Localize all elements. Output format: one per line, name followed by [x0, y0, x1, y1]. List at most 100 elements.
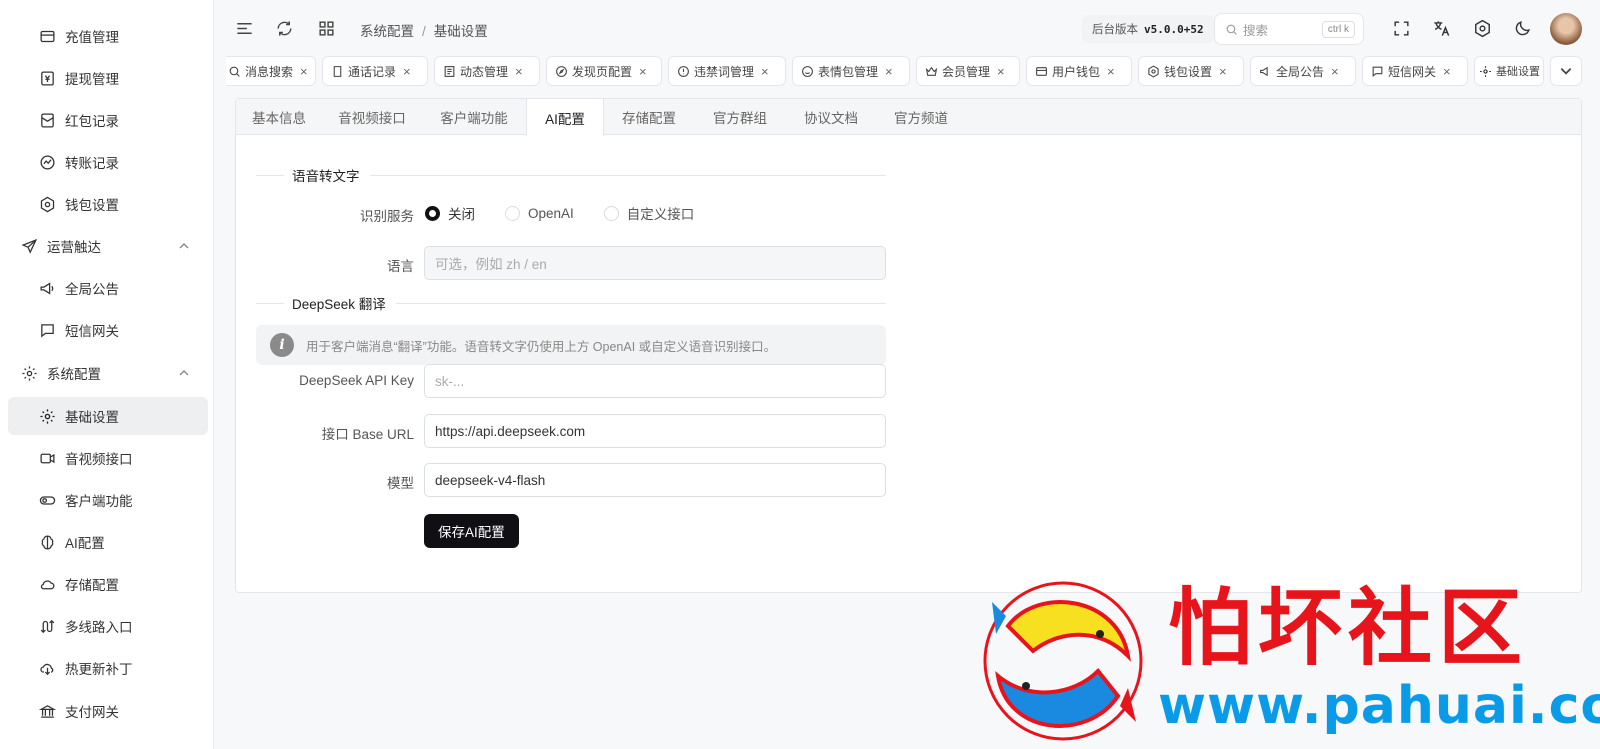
sidebar-item-label: 多线路入口 [65, 620, 133, 635]
page-tab[interactable]: 会员管理 × [916, 56, 1020, 86]
sidebar-item-label: 转账记录 [65, 156, 119, 171]
tabs-more-button[interactable] [1550, 56, 1582, 86]
base-url-input[interactable]: https://api.deepseek.com [424, 414, 886, 448]
page-tab[interactable]: 钱包设置 × [1138, 56, 1244, 86]
wallet-icon [38, 27, 56, 45]
dark-mode-icon[interactable] [1512, 18, 1532, 38]
save-ai-config-button[interactable]: 保存AI配置 [424, 514, 519, 548]
sidebar-item-payment-gateway[interactable]: 支付网关 [8, 692, 208, 730]
avatar[interactable] [1550, 13, 1582, 45]
list-icon [443, 65, 456, 78]
refresh-icon[interactable] [274, 18, 294, 38]
breadcrumb-item[interactable]: 系统配置 [360, 24, 414, 39]
cloud-icon [38, 575, 56, 593]
route-icon [38, 617, 56, 635]
tab-official-channels[interactable]: 官方频道 [876, 99, 966, 135]
page-tab[interactable]: 通话记录 × [322, 56, 428, 86]
page-tab[interactable]: 表情包管理 × [792, 56, 910, 86]
shortcut-hint: ctrl k [1321, 21, 1355, 38]
sidebar-item-label: 基础设置 [65, 410, 119, 425]
sidebar-item-label: 支付网关 [65, 705, 119, 720]
language-input[interactable]: 可选，例如 zh / en [424, 246, 886, 280]
close-icon[interactable]: × [639, 64, 647, 79]
tab-storage-config[interactable]: 存储配置 [604, 99, 694, 135]
watermark: 怕坏社区 www.pahuai.com [968, 576, 1600, 746]
page-tab-active[interactable]: 基础设置 [1474, 56, 1544, 86]
sidebar-item-label: 热更新补丁 [65, 662, 133, 677]
close-icon[interactable]: × [403, 64, 411, 79]
search-icon [1226, 24, 1237, 35]
radio-custom[interactable]: 自定义接口 [603, 203, 694, 223]
phone-icon [331, 65, 344, 78]
page-tab[interactable]: 消息搜索 × [226, 56, 316, 86]
crown-icon [925, 65, 938, 78]
ai-icon [38, 533, 56, 551]
page-tab[interactable]: 违禁词管理 × [668, 56, 786, 86]
close-icon[interactable]: × [1107, 64, 1115, 79]
sidebar-item-redpacket[interactable]: 红包记录 [8, 101, 208, 139]
chart-icon [38, 153, 56, 171]
info-alert: i 用于客户端消息“翻译”功能。语音转文字仍使用上方 OpenAI 或自定义语音… [256, 325, 886, 365]
sidebar-item-wallet-settings[interactable]: 钱包设置 [8, 185, 208, 223]
page-tab[interactable]: 全局公告 × [1250, 56, 1356, 86]
close-icon[interactable]: × [761, 64, 769, 79]
tab-av-interface[interactable]: 音视频接口 [322, 99, 422, 135]
megaphone-icon [38, 279, 56, 297]
page-tab[interactable]: 短信网关 × [1362, 56, 1468, 86]
sidebar-group-operations[interactable]: 运营触达 [8, 227, 208, 265]
sidebar-item-ai-config[interactable]: AI配置 [8, 523, 208, 561]
close-icon[interactable]: × [1219, 64, 1227, 79]
send-icon [20, 237, 38, 255]
sidebar-item-sms-gateway[interactable]: 短信网关 [8, 311, 208, 349]
close-icon[interactable]: × [300, 64, 308, 79]
close-icon[interactable]: × [997, 64, 1005, 79]
sidebar-item-client-features[interactable]: 客户端功能 [8, 481, 208, 519]
radio-openai[interactable]: OpenAI [505, 205, 574, 221]
page-tab[interactable]: 用户钱包 × [1026, 56, 1132, 86]
watermark-url: www.pahuai.com [1158, 676, 1600, 736]
message-icon [38, 321, 56, 339]
gear-icon [1147, 64, 1160, 78]
sidebar-item-withdraw[interactable]: 提现管理 [8, 59, 208, 97]
translate-icon[interactable] [1431, 18, 1451, 38]
radio-off[interactable]: 关闭 [425, 203, 475, 223]
fullscreen-icon[interactable] [1391, 18, 1411, 38]
sidebar-item-storage-config[interactable]: 存储配置 [8, 565, 208, 603]
menu-toggle-icon[interactable] [234, 18, 254, 38]
sidebar-item-label: 客户端功能 [65, 494, 133, 509]
model-input[interactable]: deepseek-v4-flash [424, 463, 886, 497]
service-radio-group: 关闭 OpenAI 自定义接口 [425, 203, 724, 223]
tab-ai-config[interactable]: AI配置 [526, 99, 604, 136]
settings-card: 基本信息 音视频接口 客户端功能 AI配置 存储配置 官方群组 协议文档 官方频… [235, 98, 1582, 593]
version-badge: 后台版本 v5.0.0+52 [1082, 15, 1214, 43]
close-icon[interactable]: × [1443, 64, 1451, 79]
api-key-input[interactable]: sk-... [424, 364, 886, 398]
sidebar-item-av-interface[interactable]: 音视频接口 [8, 439, 208, 477]
close-icon[interactable]: × [1331, 64, 1339, 79]
tab-basic-info[interactable]: 基本信息 [236, 99, 322, 135]
sidebar-group-system-config[interactable]: 系统配置 [8, 354, 208, 392]
gear-icon [38, 407, 56, 425]
sidebar-item-label: 充值管理 [65, 30, 119, 45]
sidebar-item-basic-settings[interactable]: 基础设置 [8, 397, 208, 435]
tab-client-features[interactable]: 客户端功能 [422, 99, 526, 135]
sidebar-item-recharge[interactable]: 充值管理 [8, 17, 208, 55]
close-icon[interactable]: × [515, 64, 523, 79]
sidebar-item-announcement[interactable]: 全局公告 [8, 269, 208, 307]
page-tab[interactable]: 发现页配置 × [546, 56, 662, 86]
settings-icon[interactable] [1472, 18, 1492, 38]
warning-icon [677, 65, 690, 78]
search-input[interactable]: 搜索 ctrl k [1214, 13, 1364, 45]
base-url-label: 接口 Base URL [321, 427, 414, 442]
section-deepseek: DeepSeek 翻译 [256, 293, 886, 313]
sidebar-item-hot-update[interactable]: 热更新补丁 [8, 649, 208, 687]
grid-icon[interactable] [316, 18, 336, 38]
tab-agreement-docs[interactable]: 协议文档 [786, 99, 876, 135]
page-tab[interactable]: 动态管理 × [434, 56, 540, 86]
sidebar-item-multi-route[interactable]: 多线路入口 [8, 607, 208, 645]
tab-official-groups[interactable]: 官方群组 [694, 99, 786, 135]
sidebar-item-transfer[interactable]: 转账记录 [8, 143, 208, 181]
cloud-download-icon [38, 659, 56, 677]
watermark-title: 怕坏社区 [1168, 578, 1529, 677]
close-icon[interactable]: × [885, 64, 893, 79]
